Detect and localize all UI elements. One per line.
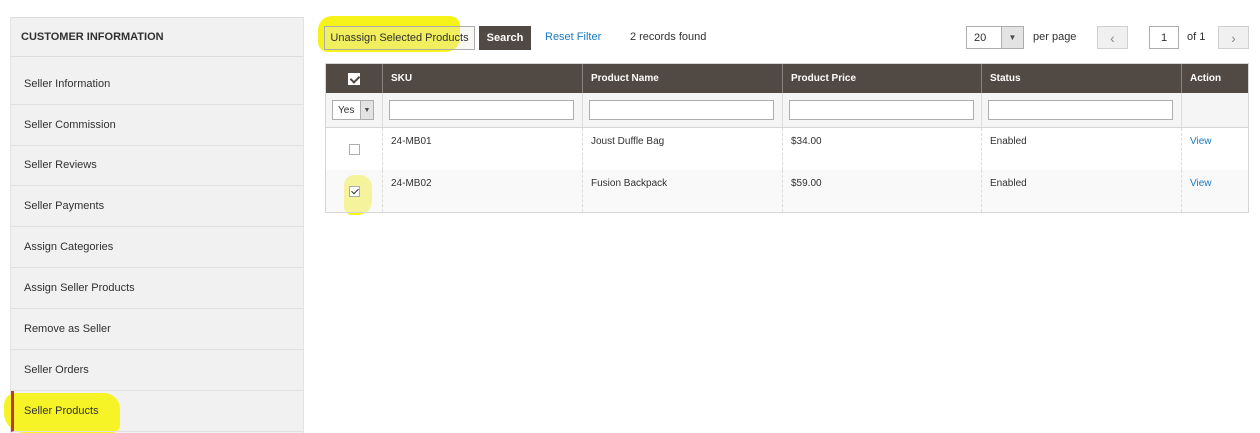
grid-header: SKU Product Name Product Price Status Ac… <box>326 64 1248 93</box>
select-all-checkbox[interactable] <box>348 72 360 85</box>
per-page-label: per page <box>1033 31 1077 43</box>
sidebar-item-seller-payments[interactable]: Seller Payments <box>11 186 304 227</box>
action-cell: View <box>1182 128 1248 170</box>
page-count: of 1 <box>1187 31 1206 43</box>
grid-body: 24-MB01 Joust Duffle Bag $34.00 Enabled View… <box>326 128 1248 212</box>
per-page-value: 20 <box>974 32 987 44</box>
product-name-value: Fusion Backpack <box>591 178 668 189</box>
sidebar-item-label: Seller Orders <box>24 364 89 376</box>
action-filter-cell <box>1182 93 1248 127</box>
column-header-status[interactable]: Status <box>982 64 1182 93</box>
sidebar-item-remove-as-seller[interactable]: Remove as Seller <box>11 309 304 350</box>
sku-filter-cell <box>383 93 583 127</box>
product-name-cell: Fusion Backpack <box>583 170 783 212</box>
sidebar-item-label: Assign Categories <box>24 241 114 253</box>
previous-page-button[interactable]: ‹ <box>1097 26 1128 49</box>
column-header-sku[interactable]: SKU <box>383 64 583 93</box>
name-filter-cell <box>583 93 783 127</box>
row-select-cell <box>326 170 383 212</box>
per-page-select[interactable]: 20 ▼ <box>966 26 1024 49</box>
sku-value: 24-MB01 <box>391 136 432 147</box>
status-cell: Enabled <box>982 128 1182 170</box>
row-checkbox[interactable] <box>348 186 360 197</box>
sidebar-item-seller-orders[interactable]: Seller Orders <box>11 350 304 391</box>
product-name-filter-input[interactable] <box>589 100 774 120</box>
records-found: 2 records found <box>630 31 709 43</box>
column-header-product-name[interactable]: Product Name <box>583 64 783 93</box>
view-link[interactable]: View <box>1190 136 1212 147</box>
action-cell: View <box>1182 170 1248 212</box>
products-grid: SKU Product Name Product Price Status Ac… <box>325 63 1249 213</box>
status-filter-cell <box>982 93 1182 127</box>
product-price-value: $59.00 <box>791 178 822 189</box>
records-count: 2 <box>630 31 637 43</box>
page-number-input[interactable]: 1 <box>1149 26 1179 49</box>
filter-row: Yes ▼ <box>326 93 1248 128</box>
row-checkbox[interactable] <box>348 144 360 155</box>
chevron-left-icon: ‹ <box>1110 29 1115 46</box>
sidebar-item-label: Seller Reviews <box>24 159 97 171</box>
product-price-cell: $59.00 <box>783 170 982 212</box>
sidebar-item-seller-products[interactable]: Seller Products <box>11 391 304 432</box>
product-name-cell: Joust Duffle Bag <box>583 128 783 170</box>
in-products-filter-cell: Yes ▼ <box>326 93 383 127</box>
chevron-down-icon[interactable]: ▼ <box>1001 27 1023 48</box>
sku-cell: 24-MB01 <box>383 128 583 170</box>
chevron-down-icon[interactable]: ▼ <box>360 101 373 119</box>
sidebar-item-assign-seller-products[interactable]: Assign Seller Products <box>11 268 304 309</box>
product-price-filter-input[interactable] <box>789 100 974 120</box>
sku-filter-input[interactable] <box>389 100 574 120</box>
reset-filter-link[interactable]: Reset Filter <box>545 31 601 43</box>
sidebar-item-seller-information[interactable]: Seller Information <box>11 64 304 105</box>
sku-cell: 24-MB02 <box>383 170 583 212</box>
sidebar-item-label: Remove as Seller <box>24 323 111 335</box>
sidebar-item-seller-reviews[interactable]: Seller Reviews <box>11 145 304 186</box>
sidebar-item-label: Seller Information <box>24 78 111 90</box>
view-link[interactable]: View <box>1190 178 1212 189</box>
status-filter-input[interactable] <box>988 100 1173 120</box>
sidebar-item-label: Seller Payments <box>24 200 105 212</box>
column-header-action: Action <box>1190 73 1222 84</box>
unassign-selected-products-button[interactable]: Unassign Selected Products <box>324 26 475 50</box>
next-page-button[interactable]: › <box>1218 26 1249 49</box>
sidebar-item-label: Seller Products <box>24 405 99 417</box>
sidebar-item-label: Assign Seller Products <box>24 282 135 294</box>
status-cell: Enabled <box>982 170 1182 212</box>
sidebar-title: CUSTOMER INFORMATION <box>11 17 303 57</box>
table-row[interactable]: 24-MB01 Joust Duffle Bag $34.00 Enabled View <box>326 128 1248 170</box>
sku-value: 24-MB02 <box>391 178 432 189</box>
in-products-value: Yes <box>338 105 355 116</box>
records-text: records found <box>639 31 707 43</box>
status-value: Enabled <box>990 136 1027 147</box>
sidebar-item-label: Seller Commission <box>24 119 116 131</box>
product-name-value: Joust Duffle Bag <box>591 136 665 147</box>
product-price-value: $34.00 <box>791 136 822 147</box>
table-row[interactable]: 24-MB02 Fusion Backpack $59.00 Enabled View <box>326 170 1248 212</box>
chevron-right-icon: › <box>1231 29 1236 46</box>
sidebar-item-assign-categories[interactable]: Assign Categories <box>11 227 304 268</box>
in-products-select[interactable]: Yes ▼ <box>332 100 374 120</box>
status-value: Enabled <box>990 178 1027 189</box>
row-select-cell <box>326 128 383 170</box>
product-price-cell: $34.00 <box>783 128 982 170</box>
price-filter-cell <box>783 93 982 127</box>
sidebar-item-seller-commission[interactable]: Seller Commission <box>11 105 304 146</box>
column-header-product-price[interactable]: Product Price <box>783 64 982 93</box>
search-button[interactable]: Search <box>479 26 531 50</box>
select-all-header[interactable] <box>326 64 383 93</box>
